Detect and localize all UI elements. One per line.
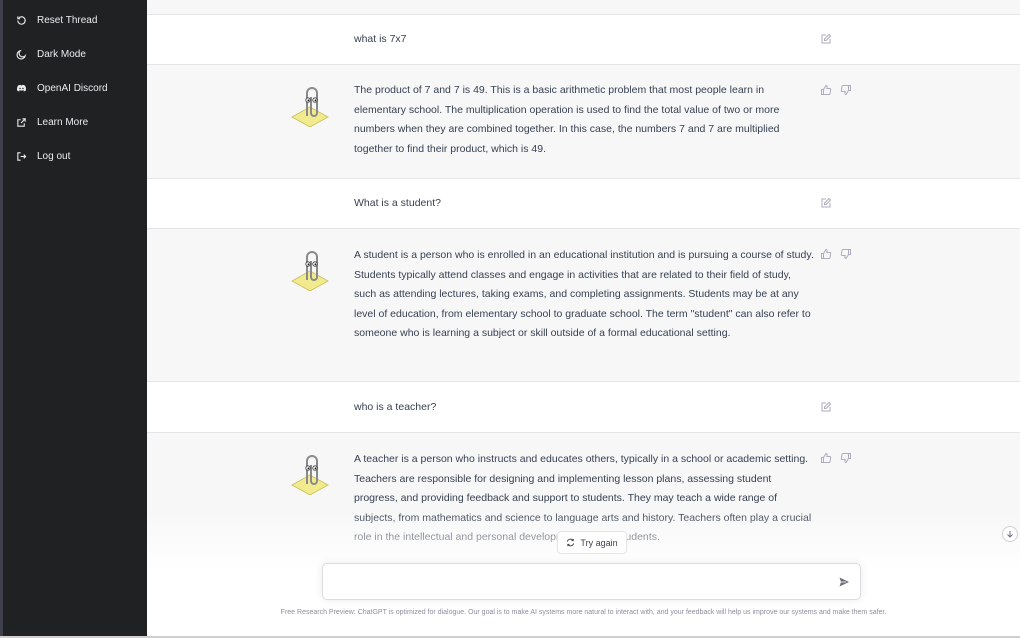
user-message-text: who is a teacher? [354, 401, 437, 413]
paperclip-avatar [291, 455, 329, 495]
thumbs-down-icon[interactable] [840, 84, 852, 96]
sidebar-item-label: Dark Mode [37, 48, 86, 60]
edit-icon[interactable] [820, 33, 832, 45]
user-message-text: what is 7x7 [354, 33, 407, 45]
send-icon[interactable] [838, 576, 850, 588]
assistant-message-text: A student is a person who is enrolled in… [354, 249, 814, 340]
sidebar-item-label: Reset Thread [37, 14, 98, 26]
user-message-text: What is a student? [354, 197, 441, 209]
thumbs-up-icon[interactable] [820, 248, 832, 260]
reset-icon [15, 14, 27, 26]
sidebar-item-label: Log out [37, 150, 71, 162]
thumbs-up-icon[interactable] [820, 84, 832, 96]
thumbs-down-icon[interactable] [840, 248, 852, 260]
try-again-label: Try again [580, 537, 618, 548]
paperclip-avatar [291, 87, 329, 127]
thumbs-down-icon[interactable] [840, 452, 852, 464]
assistant-message: A student is a person who is enrolled in… [147, 229, 1020, 381]
conversation-area: what is 7x7 The product of 7 and 7 is 49… [147, 0, 1020, 638]
sidebar-item-label: Learn More [37, 116, 89, 128]
sidebar-item-openai-discord[interactable]: OpenAI Discord [0, 73, 147, 103]
edit-icon[interactable] [820, 197, 832, 209]
user-message: What is a student? [147, 179, 1020, 228]
previous-message-strip [147, 0, 1020, 14]
moon-icon [15, 48, 27, 60]
external-link-icon [15, 116, 27, 128]
edit-icon[interactable] [820, 401, 832, 413]
discord-icon [15, 82, 27, 94]
user-message: who is a teacher? [147, 382, 1020, 432]
message-input-box[interactable] [322, 563, 861, 600]
paperclip-avatar [291, 251, 329, 291]
try-again-button[interactable]: Try again [557, 531, 627, 554]
sidebar: Reset Thread Dark Mode OpenAI Discord Le… [0, 0, 147, 636]
thumbs-up-icon[interactable] [820, 452, 832, 464]
assistant-message: The product of 7 and 7 is 49. This is a … [147, 65, 1020, 178]
scroll-to-bottom-button[interactable] [1002, 526, 1018, 542]
logout-icon [15, 150, 27, 162]
sidebar-item-learn-more[interactable]: Learn More [0, 107, 147, 137]
sidebar-item-log-out[interactable]: Log out [0, 141, 147, 171]
sidebar-item-label: OpenAI Discord [37, 82, 108, 94]
message-input[interactable] [333, 573, 823, 591]
assistant-message-text: The product of 7 and 7 is 49. This is a … [354, 84, 780, 155]
sidebar-item-reset-thread[interactable]: Reset Thread [0, 5, 147, 35]
refresh-icon [567, 538, 575, 547]
arrow-down-icon [1007, 531, 1013, 538]
footer-disclaimer: Free Research Preview: ChatGPT is optimi… [280, 609, 887, 616]
sidebar-item-dark-mode[interactable]: Dark Mode [0, 39, 147, 69]
user-message: what is 7x7 [147, 15, 1020, 64]
